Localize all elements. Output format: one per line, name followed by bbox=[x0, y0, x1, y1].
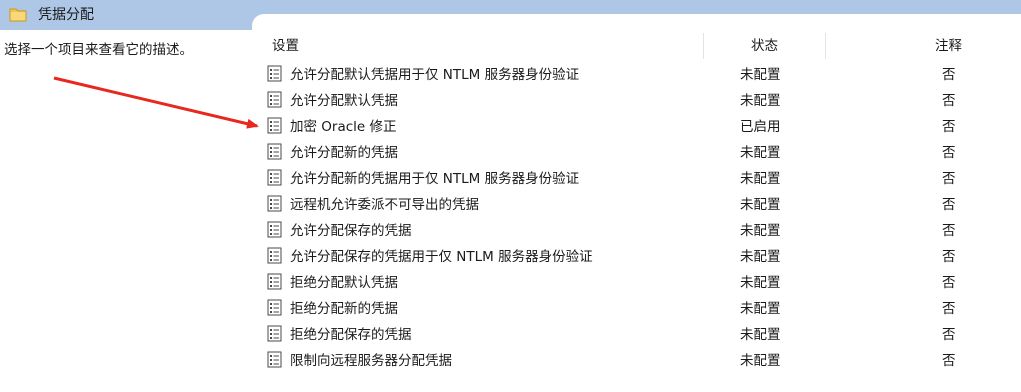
policy-state: 未配置 bbox=[740, 301, 781, 317]
policy-setting-icon bbox=[267, 325, 282, 342]
policy-comment: 否 bbox=[942, 249, 956, 265]
content-panel-edge bbox=[252, 14, 1021, 30]
policy-comment: 否 bbox=[942, 119, 956, 135]
column-separator[interactable] bbox=[703, 33, 704, 59]
policy-setting-icon bbox=[267, 299, 282, 316]
policy-name: 允许分配默认凭据 bbox=[290, 93, 398, 109]
policy-row[interactable]: 允许分配保存的凭据用于仅 NTLM 服务器身份验证 未配置 否 bbox=[262, 242, 1021, 268]
policy-row[interactable]: 远程机允许委派不可导出的凭据 未配置 否 bbox=[262, 190, 1021, 216]
policy-row[interactable]: 限制向远程服务器分配凭据 未配置 否 bbox=[262, 346, 1021, 372]
policy-row[interactable]: 拒绝分配默认凭据 未配置 否 bbox=[262, 268, 1021, 294]
column-separator[interactable] bbox=[825, 33, 826, 59]
policy-name: 拒绝分配保存的凭据 bbox=[290, 327, 412, 343]
policy-comment: 否 bbox=[942, 301, 956, 317]
policy-row[interactable]: 允许分配新的凭据 未配置 否 bbox=[262, 138, 1021, 164]
settings-list: 允许分配默认凭据用于仅 NTLM 服务器身份验证 未配置否允许分配默认凭据 未配置否… bbox=[262, 60, 1021, 372]
policy-comment: 否 bbox=[942, 197, 956, 213]
policy-comment: 否 bbox=[942, 275, 956, 291]
column-header-setting[interactable]: 设置 bbox=[272, 36, 299, 58]
policy-state: 已启用 bbox=[740, 119, 781, 135]
policy-setting-icon bbox=[267, 169, 282, 186]
policy-setting-icon bbox=[267, 143, 282, 160]
policy-setting-icon bbox=[267, 273, 282, 290]
policy-state: 未配置 bbox=[740, 353, 781, 369]
policy-setting-icon bbox=[267, 351, 282, 368]
policy-name: 允许分配保存的凭据用于仅 NTLM 服务器身份验证 bbox=[290, 249, 593, 265]
policy-row[interactable]: 允许分配保存的凭据 未配置 否 bbox=[262, 216, 1021, 242]
policy-row[interactable]: 允许分配默认凭据用于仅 NTLM 服务器身份验证 未配置 否 bbox=[262, 60, 1021, 86]
policy-setting-icon bbox=[267, 65, 282, 82]
policy-state: 未配置 bbox=[740, 249, 781, 265]
policy-name: 允许分配保存的凭据 bbox=[290, 223, 412, 239]
policy-row[interactable]: 允许分配默认凭据 未配置 否 bbox=[262, 86, 1021, 112]
policy-state: 未配置 bbox=[740, 67, 781, 83]
policy-row[interactable]: 加密 Oracle 修正 已启用 否 bbox=[262, 112, 1021, 138]
policy-name: 远程机允许委派不可导出的凭据 bbox=[290, 197, 479, 213]
policy-state: 未配置 bbox=[740, 275, 781, 291]
policy-setting-icon bbox=[267, 221, 282, 238]
folder-title: 凭据分配 bbox=[38, 7, 94, 23]
policy-comment: 否 bbox=[942, 145, 956, 161]
policy-state: 未配置 bbox=[740, 223, 781, 239]
policy-comment: 否 bbox=[942, 171, 956, 187]
policy-comment: 否 bbox=[942, 93, 956, 109]
policy-state: 未配置 bbox=[740, 93, 781, 109]
policy-setting-icon bbox=[267, 195, 282, 212]
policy-comment: 否 bbox=[942, 327, 956, 343]
policy-state: 未配置 bbox=[740, 327, 781, 343]
folder-header: 凭据分配 bbox=[0, 0, 248, 30]
policy-state: 未配置 bbox=[740, 171, 781, 187]
description-text: 选择一个项目来查看它的描述。 bbox=[4, 42, 193, 58]
policy-state: 未配置 bbox=[740, 197, 781, 213]
policy-comment: 否 bbox=[942, 223, 956, 239]
policy-name: 允许分配新的凭据用于仅 NTLM 服务器身份验证 bbox=[290, 171, 580, 187]
policy-state: 未配置 bbox=[740, 145, 781, 161]
policy-comment: 否 bbox=[942, 67, 956, 83]
policy-name: 拒绝分配默认凭据 bbox=[290, 275, 398, 291]
policy-comment: 否 bbox=[942, 353, 956, 369]
column-header-state[interactable]: 状态 bbox=[751, 36, 778, 58]
folder-icon bbox=[9, 8, 27, 22]
policy-setting-icon bbox=[267, 247, 282, 264]
policy-row[interactable]: 拒绝分配新的凭据 未配置 否 bbox=[262, 294, 1021, 320]
column-header-comment[interactable]: 注释 bbox=[935, 36, 962, 58]
policy-row[interactable]: 拒绝分配保存的凭据 未配置 否 bbox=[262, 320, 1021, 346]
policy-setting-icon bbox=[267, 117, 282, 134]
policy-name: 加密 Oracle 修正 bbox=[290, 119, 397, 135]
policy-name: 拒绝分配新的凭据 bbox=[290, 301, 398, 317]
policy-name: 允许分配默认凭据用于仅 NTLM 服务器身份验证 bbox=[290, 67, 580, 83]
policy-name: 允许分配新的凭据 bbox=[290, 145, 398, 161]
policy-row[interactable]: 允许分配新的凭据用于仅 NTLM 服务器身份验证 未配置 否 bbox=[262, 164, 1021, 190]
policy-name: 限制向远程服务器分配凭据 bbox=[290, 353, 452, 369]
policy-setting-icon bbox=[267, 91, 282, 108]
